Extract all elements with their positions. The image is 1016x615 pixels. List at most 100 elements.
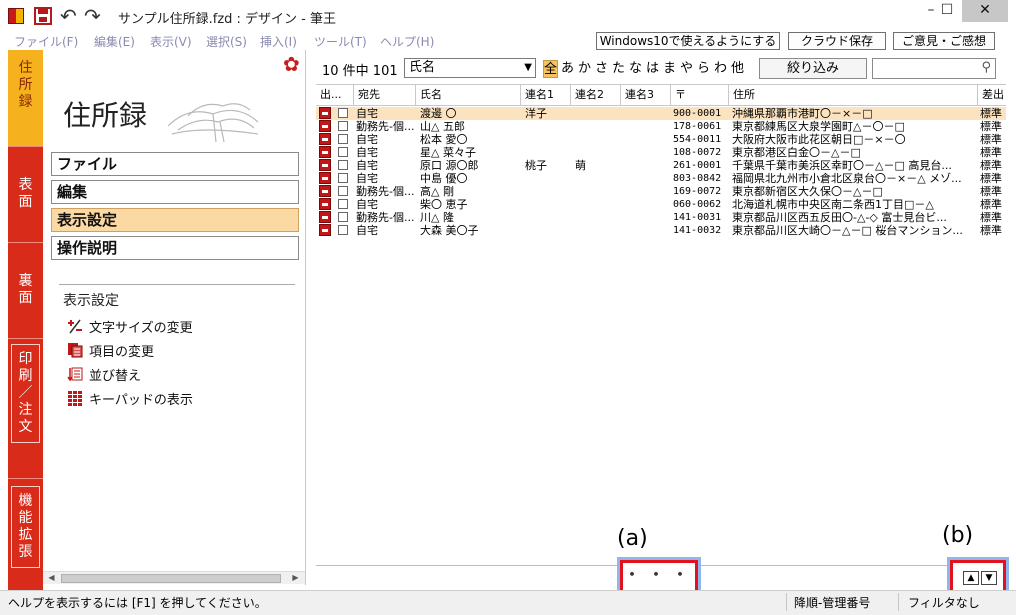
menu-bar: ファイル(F) 編集(E) 表示(V) 選択(S) 挿入(I) ツール(T) ヘ…	[0, 32, 1016, 50]
col-sender[interactable]: 差出	[978, 85, 1006, 105]
nav-display-settings[interactable]: 表示設定	[51, 208, 299, 232]
tab-address-book[interactable]: 住 所 録	[8, 50, 43, 147]
kana-a[interactable]: あ	[560, 60, 575, 78]
table-row[interactable]: 勤務先-個... 山△ 五郎 178-0061 東京都練馬区大泉学園町△－〇－□ 標準	[316, 120, 1006, 133]
cell-zip: 169-0072	[673, 186, 722, 197]
table-row[interactable]: 自宅 大森 美〇子 141-0032 東京都品川区大崎〇－△－□ 桜台マンション...…	[316, 224, 1006, 237]
col-ren1[interactable]: 連名1	[521, 85, 571, 105]
printer-icon[interactable]	[319, 224, 331, 236]
menu-view[interactable]: 表示(V)	[150, 33, 192, 50]
row-checkbox[interactable]	[338, 225, 348, 235]
printer-icon[interactable]	[319, 107, 331, 119]
cell-sender: 標準	[980, 133, 1002, 146]
row-checkbox[interactable]	[338, 186, 348, 196]
col-ren2[interactable]: 連名2	[571, 85, 621, 105]
printer-icon[interactable]	[319, 159, 331, 171]
printer-icon[interactable]	[319, 172, 331, 184]
table-row[interactable]: 自宅 中島 優〇 803-0842 福岡県北九州市小倉北区泉台〇－×－△ メゾ... 標…	[316, 172, 1006, 185]
nav-manual[interactable]: 操作説明	[51, 236, 299, 260]
row-checkbox[interactable]	[338, 160, 348, 170]
kana-other[interactable]: 他	[730, 60, 745, 78]
sort-field-select[interactable]: 氏名 ▼	[404, 58, 536, 78]
scroll-left-icon[interactable]: ◀	[45, 572, 58, 584]
row-checkbox[interactable]	[338, 134, 348, 144]
divider	[786, 593, 787, 611]
printer-icon[interactable]	[319, 120, 331, 132]
cell-ren2	[575, 172, 620, 185]
printer-icon[interactable]	[319, 185, 331, 197]
tab-extensions[interactable]: 機 能 拡 張	[8, 479, 43, 595]
kana-sa[interactable]: さ	[594, 60, 609, 78]
scroll-thumb[interactable]	[61, 574, 281, 583]
kana-ka[interactable]: か	[577, 60, 592, 78]
save-icon[interactable]	[34, 7, 52, 25]
close-button[interactable]: ✕	[962, 0, 1008, 22]
cell-zip: 141-0031	[673, 212, 722, 223]
menu-file[interactable]: ファイル(F)	[14, 33, 78, 50]
row-checkbox[interactable]	[338, 121, 348, 131]
kana-ta[interactable]: た	[611, 60, 626, 78]
up-arrow-button[interactable]: ▲	[963, 571, 979, 585]
nav-edit[interactable]: 編集	[51, 180, 299, 204]
kana-wa[interactable]: わ	[713, 60, 728, 78]
row-checkbox[interactable]	[338, 147, 348, 157]
table-row[interactable]: 勤務先-個... 川△ 隆 141-0031 東京都品川区西五反田〇-△-◇ 富士見台…	[316, 211, 1006, 224]
tab-print-order[interactable]: 印 刷 ／ 注 文	[8, 339, 43, 479]
menu-select[interactable]: 選択(S)	[206, 33, 247, 50]
gear-icon[interactable]: ✿	[283, 54, 303, 74]
row-checkbox[interactable]	[338, 199, 348, 209]
printer-icon[interactable]	[319, 146, 331, 158]
row-checkbox[interactable]	[338, 212, 348, 222]
nav-file[interactable]: ファイル	[51, 152, 299, 176]
col-zip[interactable]: 〒	[671, 85, 729, 105]
col-print[interactable]: 出...	[316, 85, 354, 105]
kana-ha[interactable]: は	[645, 60, 660, 78]
cell-sender: 標準	[980, 159, 1002, 172]
cell-name: 大森 美〇子	[420, 224, 479, 237]
row-checkbox[interactable]	[338, 108, 348, 118]
col-dest[interactable]: 宛先	[354, 85, 416, 105]
search-icon[interactable]: ⚲	[981, 60, 991, 75]
left-hscrollbar[interactable]: ◀ ▶	[43, 571, 305, 584]
printer-icon[interactable]	[319, 133, 331, 145]
printer-icon[interactable]	[319, 198, 331, 210]
kana-na[interactable]: な	[628, 60, 643, 78]
divider	[898, 593, 899, 611]
table-row[interactable]: 自宅 原口 源〇郎 桃子 萌 261-0001 千葉県千葉市美浜区幸町〇－△－□ 高見台.…	[316, 159, 1006, 172]
table-row[interactable]: 自宅 柴〇 恵子 060-0062 北海道札幌市中央区南二条西1丁目□－△ 標準	[316, 198, 1006, 211]
table-row[interactable]: 自宅 松本 愛〇 554-0011 大阪府大阪市此花区朝日□－×－〇 標準	[316, 133, 1006, 146]
cell-sender: 標準	[980, 224, 1002, 237]
col-ren3[interactable]: 連名3	[621, 85, 671, 105]
tab-back[interactable]: 裏 面	[8, 243, 43, 339]
tab-front[interactable]: 表 面	[8, 147, 43, 243]
left-panel: ✿ 住所録 ファイル 編集 表示設定 操作説明 表示設定 文字サイズの変更 項目…	[43, 50, 306, 585]
filter-button[interactable]: 絞り込み	[759, 58, 867, 79]
kana-ya[interactable]: や	[679, 60, 694, 78]
table-row[interactable]: 自宅 星△ 菜々子 108-0072 東京都港区白金〇－△－□ 標準	[316, 146, 1006, 159]
cell-zip: 900-0001	[673, 108, 722, 119]
app-icon[interactable]	[8, 8, 24, 24]
col-name[interactable]: 氏名	[416, 85, 521, 105]
kana-ma[interactable]: ま	[662, 60, 677, 78]
undo-icon[interactable]: ↶	[60, 4, 77, 28]
down-arrow-button[interactable]: ▼	[981, 571, 997, 585]
scroll-right-icon[interactable]: ▶	[289, 572, 302, 584]
printer-icon[interactable]	[319, 211, 331, 223]
col-address[interactable]: 住所	[729, 85, 978, 105]
menu-edit[interactable]: 編集(E)	[94, 33, 135, 50]
menu-tools[interactable]: ツール(T)	[314, 33, 367, 50]
search-input[interactable]: ⚲	[872, 58, 996, 79]
table-row[interactable]: 自宅 渡邊 〇 洋子 900-0001 沖縄県那覇市港町〇－×－□ 標準	[316, 107, 1006, 120]
table-header: 出... 宛先 氏名 連名1 連名2 連名3 〒 住所 差出	[316, 85, 1006, 106]
redo-icon[interactable]: ↷	[84, 4, 101, 28]
cloud-save-button[interactable]: クラウド保存	[788, 32, 886, 50]
row-checkbox[interactable]	[338, 173, 348, 183]
windows10-button[interactable]: Windows10で使えるようにする	[596, 32, 780, 50]
menu-insert[interactable]: 挿入(I)	[260, 33, 297, 50]
kana-ra[interactable]: ら	[696, 60, 711, 78]
maximize-button[interactable]: ☐	[932, 0, 962, 22]
kana-all[interactable]: 全	[543, 60, 558, 78]
feedback-button[interactable]: ご意見・ご感想	[893, 32, 995, 50]
menu-help[interactable]: ヘルプ(H)	[380, 33, 434, 50]
table-row[interactable]: 勤務先-個... 高△ 剛 169-0072 東京都新宿区大久保〇－△－□ 標準	[316, 185, 1006, 198]
